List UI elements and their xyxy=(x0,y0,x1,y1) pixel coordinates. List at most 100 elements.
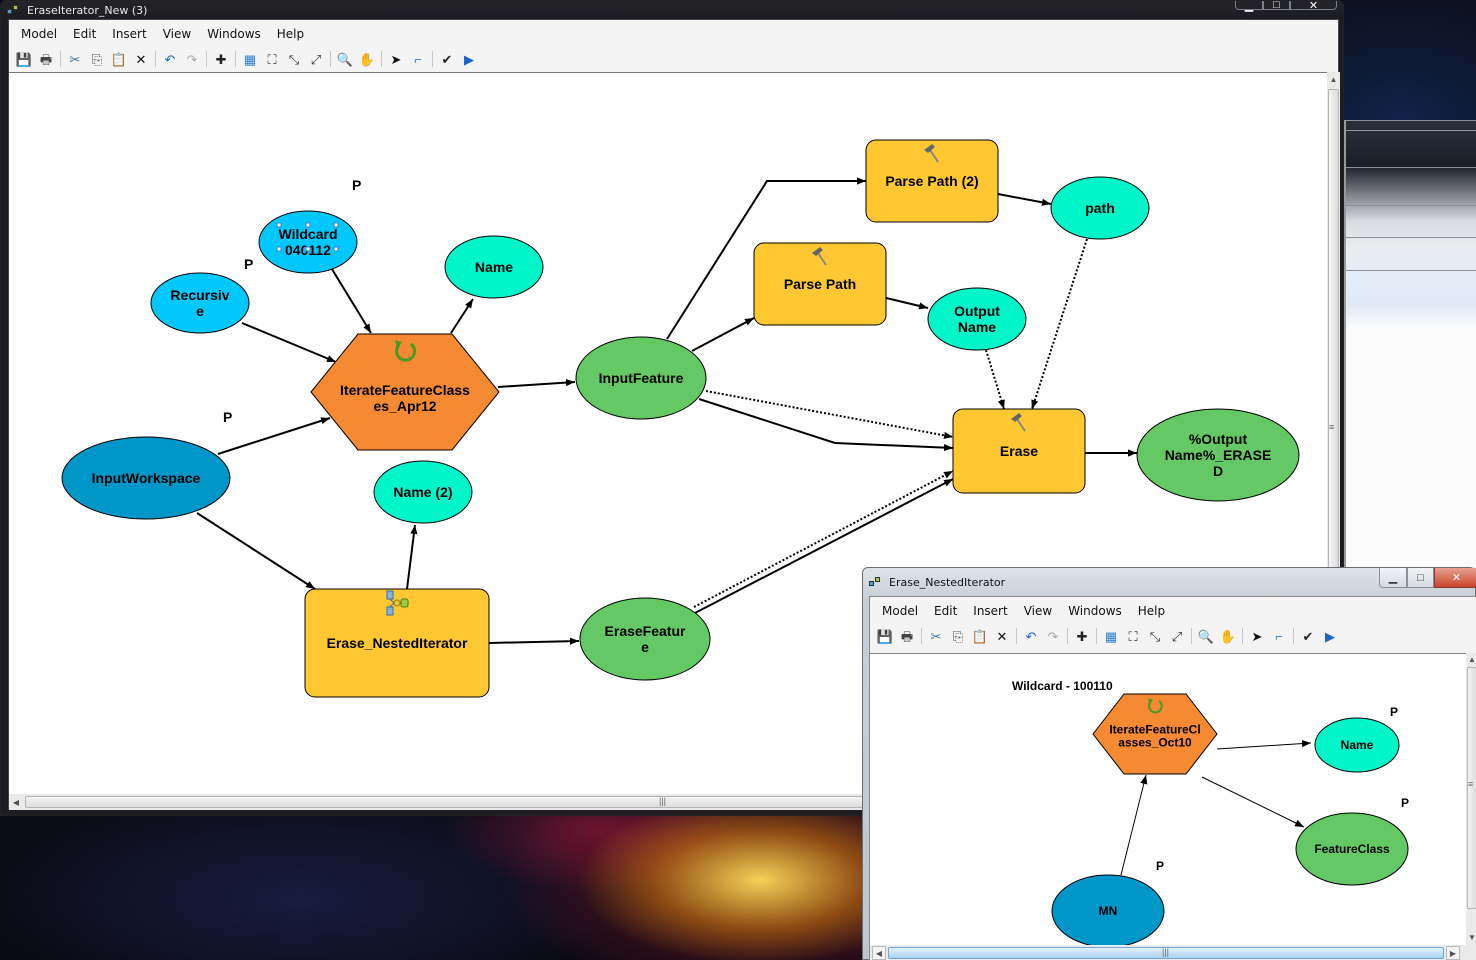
child-horizontal-scrollbar[interactable]: ◀ ||| ▶ xyxy=(870,945,1476,960)
minimize-button[interactable]: ▁ xyxy=(1235,0,1263,12)
menu-view[interactable]: View xyxy=(155,27,199,41)
zoom-button[interactable]: 🔍 xyxy=(1195,626,1217,646)
child-vertical-scrollbar[interactable]: ▲ ≡ ▼ xyxy=(1466,653,1476,945)
connector-outputname-to-erase[interactable] xyxy=(985,349,1005,410)
node-name2[interactable]: Name (2) xyxy=(373,460,473,524)
pan-button[interactable]: ✋ xyxy=(1217,626,1239,646)
connector-path-to-erase[interactable] xyxy=(1031,238,1088,410)
menu-edit[interactable]: Edit xyxy=(65,27,104,41)
minimize-button[interactable]: ▁ xyxy=(1379,568,1407,588)
undo-button[interactable]: ↶ xyxy=(159,49,181,69)
paste-button[interactable]: 📋 xyxy=(108,49,130,69)
selection-handle[interactable] xyxy=(305,222,311,228)
validate-button[interactable]: ✔ xyxy=(436,49,458,69)
save-button[interactable]: 💾 xyxy=(874,626,896,646)
print-button[interactable]: 🖶 xyxy=(896,626,918,646)
menu-edit[interactable]: Edit xyxy=(926,604,965,618)
scroll-left-button[interactable]: ◀ xyxy=(872,946,886,960)
node-parsepath[interactable]: Parse Path xyxy=(753,242,887,326)
menu-model[interactable]: Model xyxy=(13,27,65,41)
connect-button[interactable]: ⌐ xyxy=(1268,626,1290,646)
zoom-out-fixed-button[interactable]: ⤢ xyxy=(305,49,327,69)
delete-button[interactable]: ✕ xyxy=(991,626,1013,646)
connect-button[interactable]: ⌐ xyxy=(407,49,429,69)
full-extent-button[interactable]: ⛶ xyxy=(261,49,283,69)
scroll-left-button[interactable]: ◀ xyxy=(9,794,23,810)
node-inputworkspace[interactable]: InputWorkspace P xyxy=(61,409,232,520)
node-path[interactable]: path xyxy=(1050,176,1150,240)
node-nested[interactable]: Erase_NestedIterator xyxy=(304,588,490,698)
cut-button[interactable]: ✂ xyxy=(64,49,86,69)
menu-help[interactable]: Help xyxy=(1130,604,1173,618)
connector-mn-to-iterate[interactable] xyxy=(1120,774,1148,876)
paste-button[interactable]: 📋 xyxy=(969,626,991,646)
copy-button[interactable]: ⎘ xyxy=(947,626,969,646)
add-data-button[interactable]: ✚ xyxy=(210,49,232,69)
connector-inputworkspace-to-nested[interactable] xyxy=(196,512,316,590)
select-button[interactable]: ➤ xyxy=(385,49,407,69)
node-iterate[interactable]: IterateFeatureClasses_Apr12 xyxy=(310,333,500,451)
selection-handle[interactable] xyxy=(333,222,339,228)
zoom-in-fixed-button[interactable]: ⤡ xyxy=(283,49,305,69)
menu-windows[interactable]: Windows xyxy=(199,27,269,41)
node-iterate[interactable]: IterateFeatureClasses_Oct10 xyxy=(1092,693,1218,775)
connector-iterate-to-inputfeature[interactable] xyxy=(497,378,576,388)
connector-iterate-to-name[interactable] xyxy=(450,298,474,334)
redo-button[interactable]: ↷ xyxy=(181,49,203,69)
select-button[interactable]: ➤ xyxy=(1246,626,1268,646)
scroll-down-button[interactable]: ▼ xyxy=(1466,931,1476,943)
connector-iterate-to-name[interactable] xyxy=(1216,739,1312,750)
menu-help[interactable]: Help xyxy=(269,27,312,41)
zoom-out-fixed-button[interactable]: ⤢ xyxy=(1166,626,1188,646)
connector-parsepath-to-outputname[interactable] xyxy=(885,297,929,310)
connector-recursive-to-iterate[interactable] xyxy=(241,322,337,363)
node-parsepath2[interactable]: Parse Path (2) xyxy=(865,139,999,223)
zoom-in-fixed-button[interactable]: ⤡ xyxy=(1144,626,1166,646)
node-output[interactable]: %OutputName%_ERASED xyxy=(1136,408,1300,502)
undo-button[interactable]: ↶ xyxy=(1020,626,1042,646)
node-outputname[interactable]: OutputName xyxy=(927,287,1027,351)
selection-handle[interactable] xyxy=(305,246,311,252)
model-label-annotation[interactable]: Wildcard - 100110 xyxy=(1012,679,1113,693)
run-button[interactable]: ▶ xyxy=(458,49,480,69)
delete-button[interactable]: ✕ xyxy=(130,49,152,69)
node-name[interactable]: Name P xyxy=(1314,705,1400,773)
auto-layout-button[interactable]: ▦ xyxy=(1100,626,1122,646)
redo-button[interactable]: ↷ xyxy=(1042,626,1064,646)
save-button[interactable]: 💾 xyxy=(13,49,35,69)
connector-nested-to-name2[interactable] xyxy=(406,524,418,590)
node-erasefeature[interactable]: EraseFeature xyxy=(579,597,711,681)
print-button[interactable]: 🖶 xyxy=(35,49,57,69)
scroll-right-button[interactable]: ▶ xyxy=(1446,946,1460,960)
node-erase[interactable]: Erase xyxy=(952,408,1086,494)
close-button[interactable]: ✕ xyxy=(1290,0,1337,12)
menu-windows[interactable]: Windows xyxy=(1060,604,1130,618)
connector-parsepath2-to-path[interactable] xyxy=(997,193,1052,206)
child-model-canvas[interactable]: IterateFeatureCl asses_Oct10 Name P FeatureC… xyxy=(870,653,1466,945)
node-inputfeature[interactable]: InputFeature xyxy=(575,336,707,420)
menu-insert[interactable]: Insert xyxy=(104,27,154,41)
auto-layout-button[interactable]: ▦ xyxy=(239,49,261,69)
close-button[interactable]: ✕ xyxy=(1434,568,1476,588)
node-name[interactable]: Name xyxy=(444,235,544,299)
connector-inputworkspace-to-iterate[interactable] xyxy=(217,417,331,455)
cut-button[interactable]: ✂ xyxy=(925,626,947,646)
maximize-button[interactable]: □ xyxy=(1263,0,1290,11)
menu-view[interactable]: View xyxy=(1016,604,1060,618)
selection-handle[interactable] xyxy=(276,222,282,228)
menu-model[interactable]: Model xyxy=(874,604,926,618)
scroll-up-button[interactable]: ▲ xyxy=(1327,72,1340,86)
pan-button[interactable]: ✋ xyxy=(356,49,378,69)
scroll-up-button[interactable]: ▲ xyxy=(1466,653,1476,665)
main-titlebar[interactable]: EraseIterator_New (3) xyxy=(1,1,1343,19)
connector-inputfeature-to-erase[interactable] xyxy=(698,398,954,452)
full-extent-button[interactable]: ⛶ xyxy=(1122,626,1144,646)
connector-inputfeature-to-parsepath[interactable] xyxy=(691,317,755,352)
copy-button[interactable]: ⎘ xyxy=(86,49,108,69)
run-button[interactable]: ▶ xyxy=(1319,626,1341,646)
menu-insert[interactable]: Insert xyxy=(965,604,1015,618)
add-data-button[interactable]: ✚ xyxy=(1071,626,1093,646)
node-recursive[interactable]: Recursive P xyxy=(150,256,253,334)
selection-handle[interactable] xyxy=(333,246,339,252)
node-mn[interactable]: MN P xyxy=(1051,859,1165,945)
